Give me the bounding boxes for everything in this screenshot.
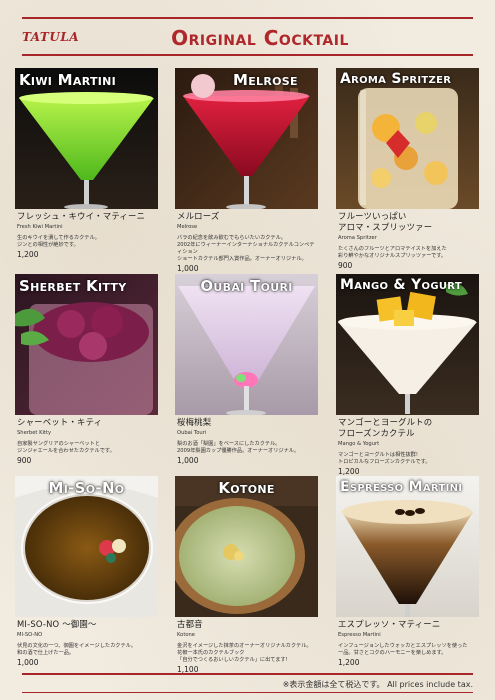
item-price: 1,000 bbox=[177, 264, 199, 273]
top-rule bbox=[22, 17, 473, 19]
item-name-jp: 桜梅桃梨 bbox=[177, 417, 212, 427]
item-info: 桜梅桃梨 Oubai Touri 梨のお酒「梨園」をベースにしたカクテル。 20… bbox=[177, 417, 318, 466]
photo-caption: Oubai Touri bbox=[200, 277, 293, 295]
item-description: 梨のお酒「梨園」をベースにしたカクテル。 2009年梨園カップ優勝作品。オーナー… bbox=[177, 441, 318, 455]
item-description: マンゴーとヨーグルトは相性抜群! トロピカルなフローズンカクテルです。 bbox=[338, 452, 479, 466]
photo-caption: Aroma Spritzer bbox=[340, 71, 452, 87]
description-line: 自家製サングリアのシャーベットと bbox=[17, 441, 101, 447]
item-name-en: Mango & Yogurt bbox=[338, 441, 380, 447]
item-name-en: Aroma Spritzer bbox=[338, 235, 377, 241]
item-price: 1,000 bbox=[17, 658, 39, 667]
item-description: 自家製サングリアのシャーベットと ジンジャエールを合わせたカクテルです。 bbox=[17, 441, 158, 455]
photo-caption: Espresso Martini bbox=[340, 479, 463, 495]
cocktail-photo-kotone: Kotone bbox=[175, 476, 318, 617]
item-description: 伏見の文化の一つ、御園をイメージしたカクテル。 和の酒で仕上げた一品。 bbox=[17, 643, 158, 657]
item-name-en: MI-SO-NO bbox=[17, 632, 43, 638]
description-line: 金沢をイメージした抹茶のオーナーオリジナルカクテル。 bbox=[177, 643, 312, 649]
description-line: 梨のお酒「梨園」をベースにしたカクテル。 bbox=[177, 441, 281, 447]
description-line: 2009年梨園カップ優勝作品。オーナーオリジナル。 bbox=[177, 448, 300, 454]
description-line: ショートカクテル部門入賞作品。オーナーオリジナル。 bbox=[177, 256, 307, 262]
photo-caption: Mi-So-No bbox=[48, 479, 125, 497]
tax-note: ※表示金額は全て税込です。 All prices include tax. bbox=[282, 680, 473, 689]
item-name-jp-line2: アロマ・スプリッツァー bbox=[338, 222, 433, 232]
footer-rule bbox=[22, 692, 473, 693]
photo-caption: Kotone bbox=[218, 479, 275, 497]
item-description: バラの紀念を飲み飲むでもらいたいカクテル。 2002年にウィーナーインターナショ… bbox=[177, 235, 318, 263]
description-line: マンゴーとヨーグルトは相性抜群! bbox=[338, 452, 418, 458]
description-line: 伏見の文化の一つ、御園をイメージしたカクテル。 bbox=[17, 643, 137, 649]
cocktail-photo-sherbet-kitty: Sherbet Kitty bbox=[15, 274, 158, 415]
page-title: Original Cocktail bbox=[171, 26, 349, 50]
item-description: たくさんのフルーツとアロマテイストを加えた 彩り鮮やかなオリジナルスプリッツァー… bbox=[338, 246, 479, 260]
item-info: 古都音 Kotone 金沢をイメージした抹茶のオーナーオリジナルカクテル。 花椒… bbox=[177, 619, 318, 675]
item-name-en: Oubai Touri bbox=[177, 430, 207, 436]
item-info: シャーベット・キティ Sherbet Kitty 自家製サングリアのシャーベット… bbox=[17, 417, 158, 466]
item-info: マンゴーとヨーグルトの フローズンカクテル Mango & Yogurt マンゴ… bbox=[338, 417, 479, 477]
item-name-jp: メルローズ bbox=[177, 211, 220, 221]
item-price: 1,200 bbox=[17, 250, 39, 259]
cocktail-photo-mi-so-no: Mi-So-No bbox=[15, 476, 158, 617]
cocktail-photo-mango-yogurt: Mango & Yogurt bbox=[336, 274, 479, 415]
photo-caption: Melrose bbox=[233, 71, 298, 89]
description-line: トロピカルなフローズンカクテルです。 bbox=[338, 459, 431, 465]
cocktail-photo-aroma-spritzer: Aroma Spritzer bbox=[336, 68, 479, 209]
description-line: ジンジャエールを合わせたカクテルです。 bbox=[17, 448, 115, 454]
description-line: 花椒一本氏のカクテルブック bbox=[177, 650, 245, 656]
item-price: 900 bbox=[338, 261, 353, 270]
description-line: ジンとの相性が絶妙です。 bbox=[17, 242, 79, 248]
item-name-jp: フルーツいっぱい bbox=[338, 211, 407, 221]
cocktail-photo-kiwi-martini: Kiwi Martini bbox=[15, 68, 158, 209]
cocktail-photo-melrose: Melrose bbox=[175, 68, 318, 209]
title-rule bbox=[22, 54, 473, 56]
item-description: インフュージョンしたウォッカとエスプレッソを使った 一品。甘さとコクのハーモニー… bbox=[338, 643, 479, 657]
item-price: 900 bbox=[17, 456, 32, 465]
cocktail-photo-espresso-martini: Espresso Martini bbox=[336, 476, 479, 617]
photo-caption: Kiwi Martini bbox=[19, 71, 117, 89]
item-name-jp: エスプレッソ・マティーニ bbox=[338, 619, 441, 629]
item-name-en: Fresh Kiwi Martini bbox=[17, 224, 63, 230]
bottom-rule bbox=[22, 673, 473, 675]
description-line: 和の酒で仕上げた一品。 bbox=[17, 650, 75, 656]
item-price: 1,200 bbox=[338, 658, 360, 667]
item-description: 生のキウイを潰して作るカクテル。 ジンとの相性が絶妙です。 bbox=[17, 235, 158, 249]
item-info: MI-SO-NO ～御園～ MI-SO-NO 伏見の文化の一つ、御園をイメージし… bbox=[17, 619, 158, 668]
item-name-en: Espresso Martini bbox=[338, 632, 381, 638]
description-line: 彩り鮮やかなオリジナルスプリッツァーです。 bbox=[338, 253, 447, 259]
item-name-jp: マンゴーとヨーグルトの bbox=[338, 417, 433, 427]
photo-caption: Mango & Yogurt bbox=[340, 277, 462, 293]
item-info: メルローズ Melrose バラの紀念を飲み飲むでもらいたいカクテル。 2002… bbox=[177, 211, 318, 274]
item-name-en: Sherbet Kitty bbox=[17, 430, 52, 436]
description-line: バラの紀念を飲み飲むでもらいたいカクテル。 bbox=[177, 235, 286, 241]
menu-page: TATULA Original Cocktail Kiwi Martini フレ… bbox=[0, 0, 495, 700]
item-name-jp: シャーベット・キティ bbox=[17, 417, 103, 427]
item-name-jp-line2: フローズンカクテル bbox=[338, 428, 415, 438]
item-name-jp: MI-SO-NO ～御園～ bbox=[17, 619, 97, 629]
photo-caption: Sherbet Kitty bbox=[19, 277, 127, 295]
cocktail-photo-oubai-touri: Oubai Touri bbox=[175, 274, 318, 415]
item-info: フルーツいっぱい アロマ・スプリッツァー Aroma Spritzer たくさん… bbox=[338, 211, 479, 271]
item-price: 1,000 bbox=[177, 456, 199, 465]
item-info: フレッシュ・キウイ・マティーニ Fresh Kiwi Martini 生のキウイ… bbox=[17, 211, 158, 260]
item-name-en: Melrose bbox=[177, 224, 198, 230]
description-line: 「自分でつくるおいしいカクテル」に出てます! bbox=[177, 657, 288, 663]
brand-logo: TATULA bbox=[22, 30, 80, 44]
item-name-jp: フレッシュ・キウイ・マティーニ bbox=[17, 211, 146, 221]
item-description: 金沢をイメージした抹茶のオーナーオリジナルカクテル。 花椒一本氏のカクテルブック… bbox=[177, 643, 318, 664]
item-info: エスプレッソ・マティーニ Espresso Martini インフュージョンした… bbox=[338, 619, 479, 668]
description-line: インフュージョンしたウォッカとエスプレッソを使った bbox=[338, 643, 468, 649]
item-name-jp: 古都音 bbox=[177, 619, 203, 629]
description-line: たくさんのフルーツとアロマテイストを加えた bbox=[338, 246, 447, 252]
description-line: 生のキウイを潰して作るカクテル。 bbox=[17, 235, 100, 241]
description-line: 一品。甘さとコクのハーモニーを楽しめます。 bbox=[338, 650, 447, 656]
description-line: 2002年にウィーナーインターナショナルカクテルコンペティション bbox=[177, 242, 315, 255]
item-name-en: Kotone bbox=[177, 632, 196, 638]
